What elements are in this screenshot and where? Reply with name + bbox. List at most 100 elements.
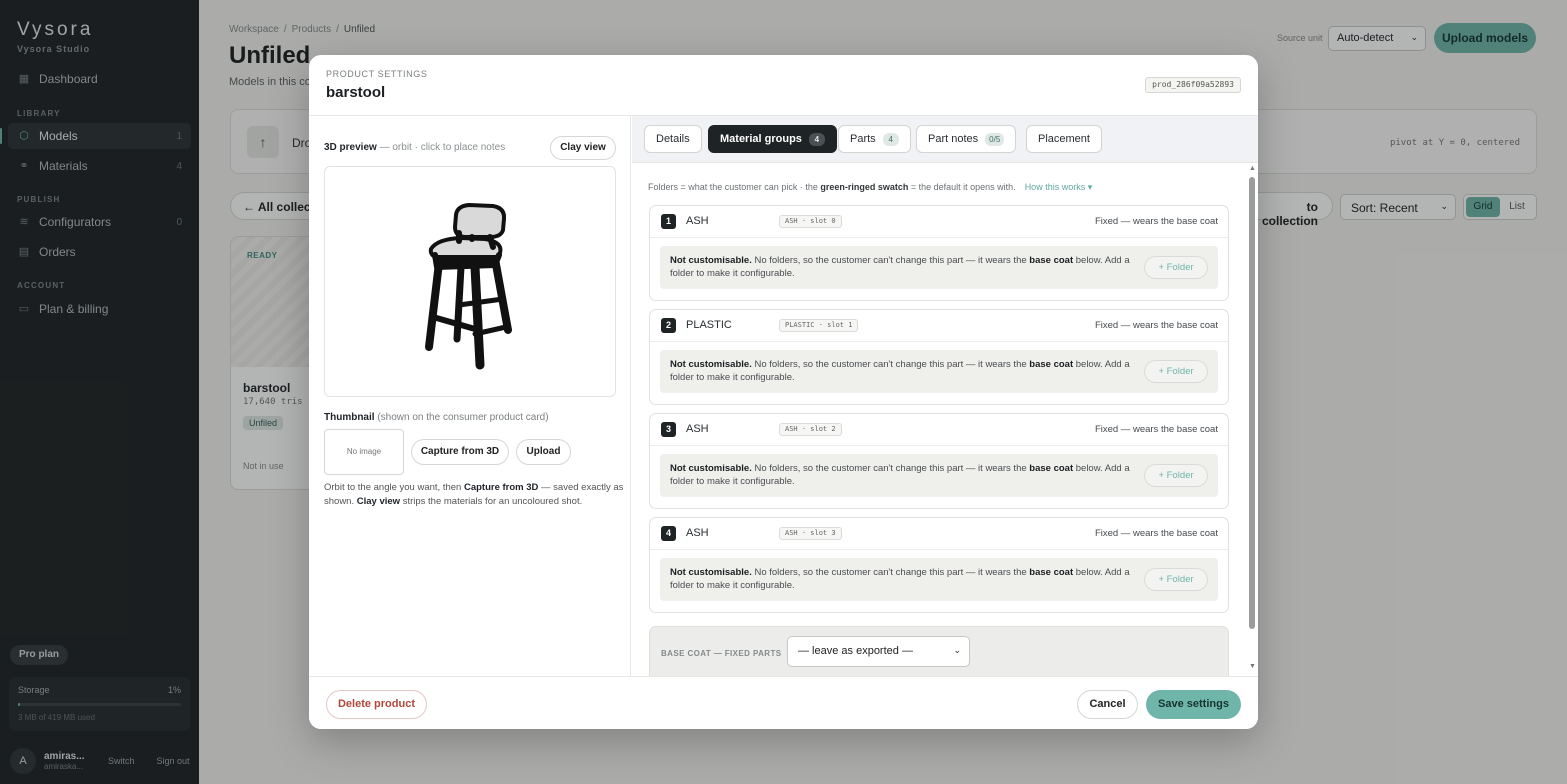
3d-preview-viewport[interactable] (324, 166, 616, 397)
thumbnail-label: Thumbnail (shown on the consumer product… (324, 412, 549, 423)
group-slot-tag: ASH · slot 0 (779, 215, 842, 228)
group-name: ASH (686, 215, 709, 227)
base-coat-select[interactable]: — leave as exported — ⌄ (787, 636, 970, 667)
intro-bold: green-ringed swatch (820, 182, 909, 192)
add-folder-button[interactable]: + Folder (1144, 360, 1208, 383)
hint-bold: Clay view (356, 496, 401, 507)
thumbnail-placeholder: No image (324, 429, 404, 475)
base-coat-value: — leave as exported — (798, 645, 913, 657)
tab-label: Part notes (928, 133, 979, 145)
group-number: 4 (661, 526, 676, 541)
modal-eyebrow: PRODUCT SETTINGS (326, 69, 428, 79)
tab-parts[interactable]: Parts 4 (838, 125, 911, 153)
preview-pane: 3D preview — orbit · click to place note… (309, 116, 631, 676)
modal-title: barstool (326, 84, 386, 101)
add-folder-button[interactable]: + Folder (1144, 568, 1208, 591)
material-group-card: 1 ASH ASH · slot 0 Fixed — wears the bas… (649, 205, 1229, 301)
barstool-model-image (425, 203, 512, 370)
add-folder-button[interactable]: + Folder (1144, 464, 1208, 487)
tab-badge: 4 (882, 132, 899, 146)
preview-label: 3D preview — orbit · click to place note… (324, 142, 505, 153)
material-groups-intro: Folders = what the customer can pick · t… (648, 182, 1092, 193)
material-group-card: 2 PLASTIC PLASTIC · slot 1 Fixed — wears… (649, 309, 1229, 405)
thumbnail-hint: Orbit to the angle you want, then Captur… (324, 481, 624, 509)
product-settings-modal: PRODUCT SETTINGS barstool prod_286f09a52… (309, 55, 1258, 729)
scroll-up-icon[interactable]: ▲ (1249, 165, 1256, 172)
notice-bold: Not customisable. (670, 359, 752, 370)
upload-thumbnail-button[interactable]: Upload (516, 439, 571, 465)
scrollbar-thumb[interactable] (1249, 177, 1255, 629)
notice-text: No folders, so the customer can't change… (751, 359, 1030, 370)
cancel-button[interactable]: Cancel (1077, 690, 1138, 719)
chevron-down-icon: ⌄ (953, 645, 961, 655)
group-slot-tag: PLASTIC · slot 1 (779, 319, 859, 332)
group-notice: Not customisable. No folders, so the cus… (660, 454, 1218, 497)
tab-details[interactable]: Details (644, 125, 702, 153)
preview-label-text: 3D preview (324, 142, 377, 153)
base-coat-section: BASE COAT — FIXED PARTS — leave as expor… (649, 626, 1229, 676)
tab-label: Placement (1038, 133, 1090, 145)
thumbnail-label-hint: (shown on the consumer product card) (377, 412, 549, 423)
group-slot-tag: ASH · slot 2 (779, 423, 842, 436)
add-folder-button[interactable]: + Folder (1144, 256, 1208, 279)
material-group-card: 4 ASH ASH · slot 3 Fixed — wears the bas… (649, 517, 1229, 613)
group-notice: Not customisable. No folders, so the cus… (660, 558, 1218, 601)
delete-product-button[interactable]: Delete product (326, 690, 427, 719)
settings-tabs: Details Material groups 4 Parts 4 Part not… (632, 116, 1258, 163)
group-notice: Not customisable. No folders, so the cus… (660, 350, 1218, 393)
preview-label-hint: — orbit · click to place notes (379, 142, 506, 153)
notice-text: No folders, so the customer can't change… (751, 567, 1030, 578)
scrollbar[interactable]: ▲ ▼ (1249, 165, 1256, 674)
tab-badge: 4 (808, 132, 825, 146)
group-status: Fixed — wears the base coat (1094, 424, 1218, 435)
modal-header: PRODUCT SETTINGS barstool prod_286f09a52… (309, 55, 1258, 116)
notice-text: No folders, so the customer can't change… (751, 255, 1030, 266)
group-notice-text: Not customisable. No folders, so the cus… (670, 566, 1140, 592)
group-notice: Not customisable. No folders, so the cus… (660, 246, 1218, 289)
group-slot-tag: ASH · slot 3 (779, 527, 842, 540)
group-name: PLASTIC (686, 319, 732, 331)
base-coat-label: BASE COAT — FIXED PARTS (661, 649, 782, 658)
group-number: 2 (661, 318, 676, 333)
group-name: ASH (686, 423, 709, 435)
notice-bold: Not customisable. (670, 255, 752, 266)
group-status: Fixed — wears the base coat (1094, 528, 1218, 539)
tab-label: Material groups (720, 133, 802, 145)
capture-from-3d-button[interactable]: Capture from 3D (411, 439, 509, 465)
how-this-works-link[interactable]: How this works ▾ (1025, 182, 1093, 192)
tab-label: Details (656, 133, 690, 145)
tab-label: Parts (850, 133, 876, 145)
group-status: Fixed — wears the base coat (1094, 216, 1218, 227)
hint-text: Orbit to the angle you want, then (324, 482, 464, 493)
notice-bold: base coat (1029, 255, 1074, 266)
product-id-badge: prod_286f09a52893 (1145, 77, 1241, 93)
group-status: Fixed — wears the base coat (1094, 320, 1218, 331)
group-notice-text: Not customisable. No folders, so the cus… (670, 462, 1140, 488)
group-number: 1 (661, 214, 676, 229)
group-number: 3 (661, 422, 676, 437)
tab-material-groups[interactable]: Material groups 4 (708, 125, 837, 153)
notice-bold: base coat (1029, 463, 1074, 474)
group-notice-text: Not customisable. No folders, so the cus… (670, 254, 1140, 280)
tab-placement[interactable]: Placement (1026, 125, 1102, 153)
group-notice-text: Not customisable. No folders, so the cus… (670, 358, 1140, 384)
group-name: ASH (686, 527, 709, 539)
scroll-down-icon[interactable]: ▼ (1249, 663, 1256, 670)
notice-bold: base coat (1029, 567, 1074, 578)
intro-text: = the default it opens with. (908, 182, 1016, 192)
thumbnail-label-text: Thumbnail (324, 412, 375, 423)
tab-badge: 0/5 (985, 132, 1005, 146)
modal-footer: Delete product Cancel Save settings (309, 676, 1258, 729)
material-groups-panel: Folders = what the customer can pick · t… (632, 163, 1258, 676)
clay-view-button[interactable]: Clay view (550, 136, 616, 160)
hint-text: strips the materials for an uncoloured s… (400, 496, 583, 507)
tab-part-notes[interactable]: Part notes 0/5 (916, 125, 1017, 153)
intro-text: Folders = what the customer can pick · t… (648, 182, 821, 192)
material-group-card: 3 ASH ASH · slot 2 Fixed — wears the bas… (649, 413, 1229, 509)
notice-text: No folders, so the customer can't change… (751, 463, 1030, 474)
notice-bold: Not customisable. (670, 567, 752, 578)
hint-bold: Capture from 3D (463, 482, 539, 493)
notice-bold: base coat (1029, 359, 1074, 370)
save-settings-button[interactable]: Save settings (1146, 690, 1241, 719)
notice-bold: Not customisable. (670, 463, 752, 474)
